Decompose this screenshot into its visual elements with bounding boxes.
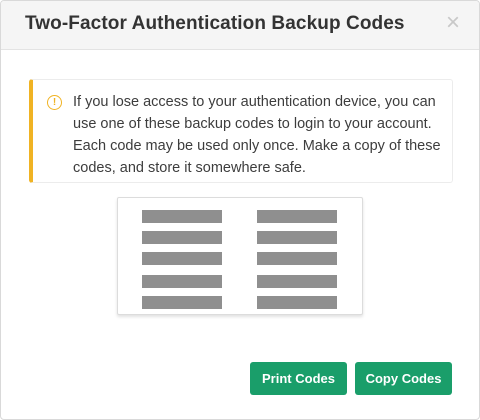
backup-code-redacted — [142, 275, 222, 288]
dialog-title: Two-Factor Authentication Backup Codes — [25, 13, 405, 34]
backup-code-redacted — [257, 231, 337, 244]
backup-code-redacted — [142, 231, 222, 244]
backup-code-redacted — [142, 210, 222, 223]
backup-code-redacted — [257, 210, 337, 223]
backup-codes-dialog: Two-Factor Authentication Backup Codes ×… — [0, 0, 480, 420]
backup-codes-list — [117, 197, 363, 315]
warning-circle-icon: ! — [47, 95, 62, 110]
backup-code-redacted — [257, 296, 337, 309]
print-codes-button[interactable]: Print Codes — [250, 362, 347, 395]
backup-code-redacted — [257, 275, 337, 288]
codes-column-right — [257, 210, 337, 317]
backup-code-redacted — [142, 296, 222, 309]
codes-column-left — [142, 210, 222, 317]
close-icon[interactable]: × — [441, 11, 465, 35]
backup-code-redacted — [142, 252, 222, 265]
copy-codes-button[interactable]: Copy Codes — [355, 362, 452, 395]
alert-message: If you lose access to your authenticatio… — [73, 94, 441, 176]
backup-code-redacted — [257, 252, 337, 265]
warning-alert: ! If you lose access to your authenticat… — [29, 79, 453, 183]
dialog-header: Two-Factor Authentication Backup Codes × — [1, 1, 479, 50]
